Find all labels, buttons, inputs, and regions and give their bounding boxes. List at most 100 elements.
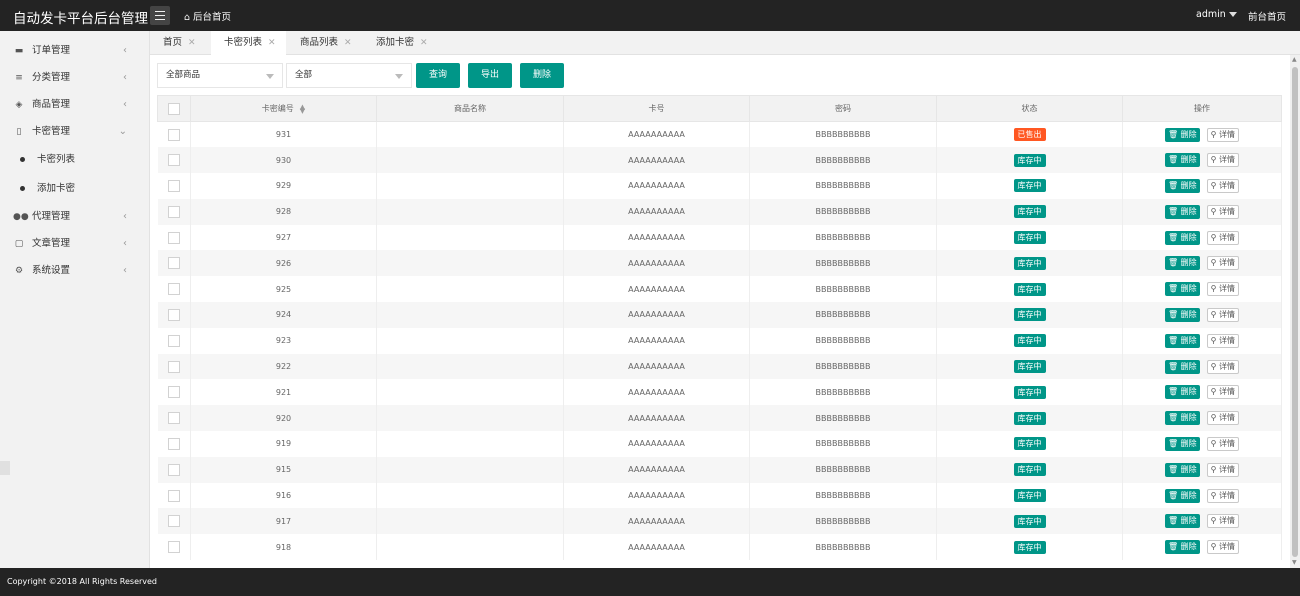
row-select-cell[interactable]: [157, 534, 191, 561]
row-detail-button[interactable]: ⚲ 详情: [1206, 127, 1240, 142]
product-select[interactable]: 全部商品: [157, 63, 283, 88]
vertical-scrollbar[interactable]: ▲ ▼: [1290, 55, 1300, 568]
scroll-up-icon[interactable]: ▲: [1292, 56, 1297, 63]
row-detail-button[interactable]: ⚲ 详情: [1206, 256, 1240, 271]
row-checkbox[interactable]: [167, 283, 180, 296]
row-checkbox[interactable]: [167, 257, 180, 270]
query-button[interactable]: 查询: [416, 63, 460, 88]
close-icon[interactable]: ✕: [268, 38, 276, 48]
row-checkbox[interactable]: [167, 437, 180, 450]
row-select-cell[interactable]: [157, 508, 191, 535]
row-checkbox[interactable]: [167, 128, 180, 141]
tab-product-list[interactable]: 商品列表 ✕: [287, 31, 362, 55]
row-detail-button[interactable]: ⚲ 详情: [1206, 153, 1240, 168]
row-select-cell[interactable]: [157, 379, 191, 406]
select-all-checkbox[interactable]: [168, 102, 180, 115]
close-icon[interactable]: ✕: [188, 38, 196, 48]
row-delete-button[interactable]: 🗑 删除: [1164, 385, 1200, 400]
row-select-cell[interactable]: [157, 405, 191, 432]
sidebar-item-cards[interactable]: ▯ 卡密管理 ⌄: [0, 118, 149, 145]
row-delete-button[interactable]: 🗑 删除: [1164, 256, 1200, 271]
row-select-cell[interactable]: [157, 276, 191, 303]
row-delete-button[interactable]: 🗑 删除: [1164, 462, 1200, 477]
row-delete-button[interactable]: 🗑 删除: [1164, 359, 1200, 374]
row-checkbox[interactable]: [167, 463, 180, 476]
row-checkbox[interactable]: [167, 179, 180, 192]
row-checkbox[interactable]: [167, 386, 180, 399]
row-select-cell[interactable]: [157, 224, 191, 251]
sidebar-item-articles[interactable]: ▢ 文章管理 ‹: [0, 230, 149, 257]
row-select-cell[interactable]: [157, 121, 191, 148]
row-delete-button[interactable]: 🗑 删除: [1164, 204, 1200, 219]
row-delete-button[interactable]: 🗑 删除: [1164, 178, 1200, 193]
sidebar-item-agents[interactable]: ●● 代理管理 ‹: [0, 203, 149, 230]
export-button[interactable]: 导出: [468, 63, 512, 88]
row-delete-button[interactable]: 🗑 删除: [1164, 307, 1200, 322]
row-select-cell[interactable]: [157, 198, 191, 225]
sidebar-item-categories[interactable]: ≡ 分类管理 ‹: [0, 64, 149, 91]
row-detail-button[interactable]: ⚲ 详情: [1206, 385, 1240, 400]
row-select-cell[interactable]: [157, 173, 191, 199]
row-select-cell[interactable]: [157, 147, 191, 174]
row-delete-button[interactable]: 🗑 删除: [1164, 411, 1200, 426]
row-detail-button[interactable]: ⚲ 详情: [1206, 282, 1240, 297]
sidebar-item-products[interactable]: ◈ 商品管理 ‹: [0, 91, 149, 118]
sort-icon[interactable]: ▲ ▼: [300, 103, 305, 114]
row-detail-button[interactable]: ⚲ 详情: [1206, 230, 1240, 245]
row-select-cell[interactable]: [157, 327, 191, 354]
row-delete-button[interactable]: 🗑 删除: [1164, 540, 1200, 555]
row-checkbox[interactable]: [167, 334, 180, 347]
row-delete-button[interactable]: 🗑 删除: [1164, 153, 1200, 168]
frontend-link[interactable]: 前台首页: [1248, 9, 1286, 23]
row-checkbox[interactable]: [167, 205, 180, 218]
row-checkbox[interactable]: [167, 360, 180, 373]
row-delete-button[interactable]: 🗑 删除: [1164, 282, 1200, 297]
sidebar-subitem-card-list[interactable]: 卡密列表: [0, 145, 149, 174]
row-detail-button[interactable]: ⚲ 详情: [1206, 178, 1240, 193]
row-detail-button[interactable]: ⚲ 详情: [1206, 540, 1240, 555]
scrollbar-thumb[interactable]: [1292, 67, 1298, 557]
row-delete-button[interactable]: 🗑 删除: [1164, 230, 1200, 245]
row-checkbox[interactable]: [167, 489, 180, 502]
user-menu[interactable]: admin: [1196, 9, 1237, 20]
row-select-cell[interactable]: [157, 353, 191, 380]
row-select-cell[interactable]: [157, 482, 191, 509]
row-checkbox[interactable]: [167, 541, 180, 554]
sidebar-subitem-add-card[interactable]: 添加卡密: [0, 174, 149, 203]
sidebar-item-orders[interactable]: ▬ 订单管理 ‹: [0, 37, 149, 64]
delete-button[interactable]: 删除: [520, 63, 564, 88]
row-select-cell[interactable]: [157, 250, 191, 277]
row-detail-button[interactable]: ⚲ 详情: [1206, 488, 1240, 503]
row-detail-button[interactable]: ⚲ 详情: [1206, 436, 1240, 451]
tab-card-list[interactable]: 卡密列表 ✕: [211, 31, 286, 55]
row-checkbox[interactable]: [167, 231, 180, 244]
row-checkbox[interactable]: [167, 154, 180, 167]
row-detail-button[interactable]: ⚲ 详情: [1206, 333, 1240, 348]
row-delete-button[interactable]: 🗑 删除: [1164, 436, 1200, 451]
tab-home[interactable]: 首页 ✕: [150, 31, 210, 55]
row-detail-button[interactable]: ⚲ 详情: [1206, 359, 1240, 374]
row-select-cell[interactable]: [157, 302, 191, 328]
scroll-down-icon[interactable]: ▼: [1292, 559, 1297, 566]
row-detail-button[interactable]: ⚲ 详情: [1206, 462, 1240, 477]
tab-add-card[interactable]: 添加卡密 ✕: [363, 31, 443, 55]
menu-toggle-icon[interactable]: [150, 6, 170, 25]
row-detail-button[interactable]: ⚲ 详情: [1206, 307, 1240, 322]
row-delete-button[interactable]: 🗑 删除: [1164, 127, 1200, 142]
row-delete-button[interactable]: 🗑 删除: [1164, 333, 1200, 348]
admin-home-link[interactable]: ⌂ 后台首页: [184, 9, 231, 23]
select-all-cell[interactable]: [157, 95, 191, 122]
row-delete-button[interactable]: 🗑 删除: [1164, 488, 1200, 503]
sidebar-item-settings[interactable]: ⚙ 系统设置 ‹: [0, 257, 149, 284]
row-select-cell[interactable]: [157, 456, 191, 483]
sidebar-collapse-handle[interactable]: [0, 461, 10, 475]
row-checkbox[interactable]: [167, 308, 180, 321]
row-checkbox[interactable]: [167, 515, 180, 528]
close-icon[interactable]: ✕: [344, 38, 352, 48]
row-checkbox[interactable]: [167, 412, 180, 425]
status-select[interactable]: 全部: [286, 63, 412, 88]
row-detail-button[interactable]: ⚲ 详情: [1206, 514, 1240, 529]
column-header-id[interactable]: 卡密编号 ▲ ▼: [190, 95, 377, 122]
row-detail-button[interactable]: ⚲ 详情: [1206, 411, 1240, 426]
row-select-cell[interactable]: [157, 431, 191, 457]
